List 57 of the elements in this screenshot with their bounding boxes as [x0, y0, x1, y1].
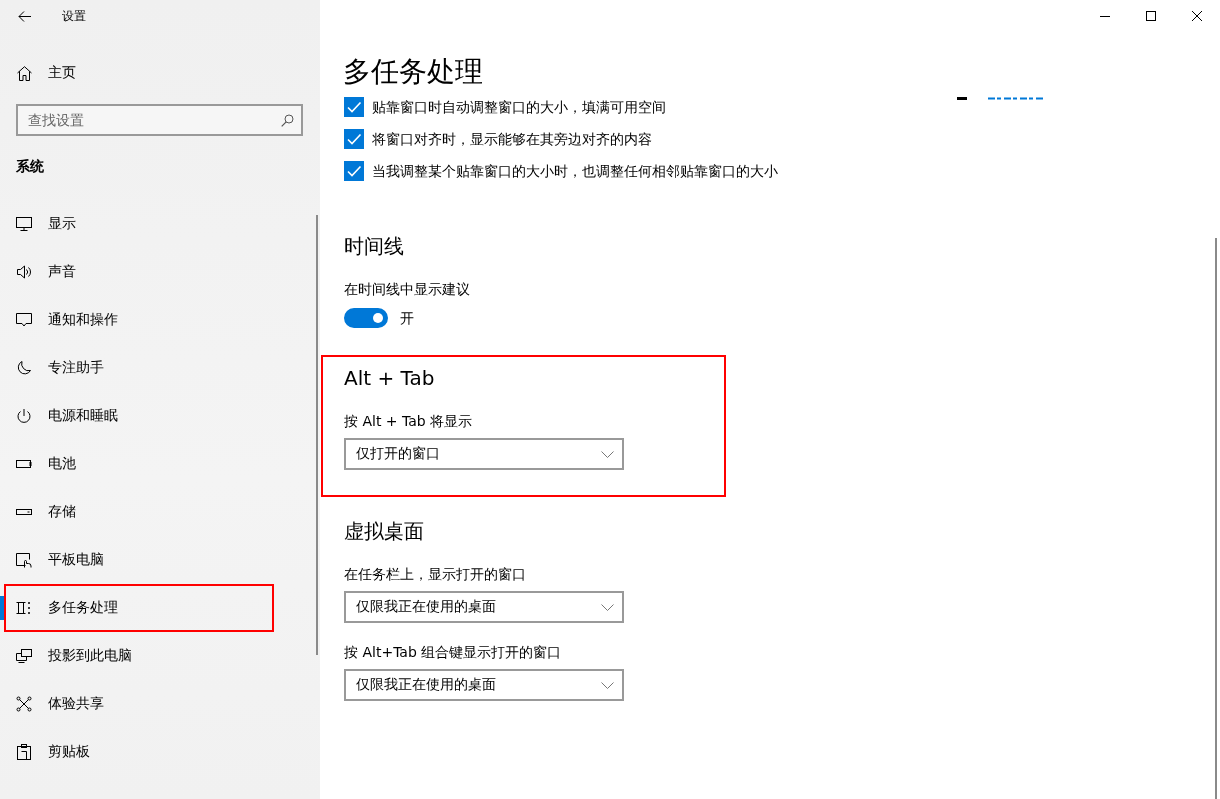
checkbox[interactable]: [344, 161, 364, 181]
sidebar-item[interactable]: 电池: [4, 440, 274, 488]
speaker-icon: [16, 264, 32, 280]
chevron-down-icon: [601, 603, 614, 611]
checkbox[interactable]: [344, 97, 364, 117]
dropdown[interactable]: 仅打开的窗口: [344, 438, 624, 470]
checkbox-label[interactable]: 贴靠窗口时自动调整窗口的大小，填满可用空间: [372, 97, 666, 117]
checkbox-label[interactable]: 将窗口对齐时，显示能够在其旁边对齐的内容: [372, 129, 652, 149]
sidebar-item[interactable]: 平板电脑: [4, 536, 274, 584]
setting-label: 按 Alt+Tab 组合键显示打开的窗口: [344, 643, 562, 662]
dropdown[interactable]: 仅限我正在使用的桌面: [344, 669, 624, 701]
toggle-state-label: 开: [400, 309, 414, 328]
sidebar-item[interactable]: 声音: [4, 248, 274, 296]
overlapping-screens-icon: [16, 648, 32, 664]
scrollbar-thumb[interactable]: [316, 215, 318, 655]
moon-icon: [16, 360, 32, 376]
sidebar-item[interactable]: 专注助手: [4, 344, 274, 392]
speech-bubble-icon: [16, 312, 32, 328]
cut-off-link-icon: [957, 96, 1045, 100]
window-title: 设置: [62, 8, 86, 24]
minimize-icon: [1100, 15, 1110, 17]
checkbox[interactable]: [344, 129, 364, 149]
sidebar-item[interactable]: 剪贴板: [4, 728, 274, 776]
monitor-icon: [16, 216, 32, 232]
home-icon: [17, 65, 32, 81]
clipboard-icon: [16, 744, 32, 760]
setting-label: 在时间线中显示建议: [344, 280, 470, 299]
connected-nodes-icon: [16, 696, 32, 712]
sidebar-item[interactable]: 电源和睡眠: [4, 392, 274, 440]
back-arrow-icon: [17, 10, 31, 22]
sidebar-item[interactable]: 投影到此电脑: [4, 632, 274, 680]
page-title: 多任务处理: [343, 54, 483, 90]
tablet-icon: [16, 552, 32, 568]
power-icon: [16, 408, 32, 424]
chevron-down-icon: [601, 450, 614, 458]
section-heading: Alt + Tab: [344, 365, 435, 392]
chevron-down-icon: [601, 681, 614, 689]
section-heading: 虚拟桌面: [344, 518, 424, 545]
scrollbar-thumb[interactable]: [1215, 238, 1217, 799]
sidebar-item[interactable]: 多任务处理: [4, 584, 274, 632]
multitask-icon: [16, 600, 32, 616]
close-icon: [1192, 11, 1202, 21]
home-link[interactable]: 主页: [0, 49, 84, 97]
search-icon: [281, 114, 294, 127]
sidebar-item[interactable]: 显示: [4, 200, 274, 248]
sidebar-item[interactable]: 通知和操作: [4, 296, 274, 344]
toggle-switch[interactable]: [344, 308, 388, 328]
setting-label: 按 Alt + Tab 将显示: [344, 412, 473, 431]
section-label: 系统: [16, 157, 44, 176]
section-heading: 时间线: [344, 233, 404, 260]
dropdown[interactable]: 仅限我正在使用的桌面: [344, 591, 624, 623]
setting-label: 在任务栏上，显示打开的窗口: [344, 565, 526, 584]
sidebar-item[interactable]: 体验共享: [4, 680, 274, 728]
sidebar-item[interactable]: 存储: [4, 488, 274, 536]
checkbox-label[interactable]: 当我调整某个贴靠窗口的大小时，也调整任何相邻贴靠窗口的大小: [372, 161, 778, 181]
search-field[interactable]: 查找设置: [16, 104, 303, 136]
maximize-icon: [1146, 11, 1156, 21]
